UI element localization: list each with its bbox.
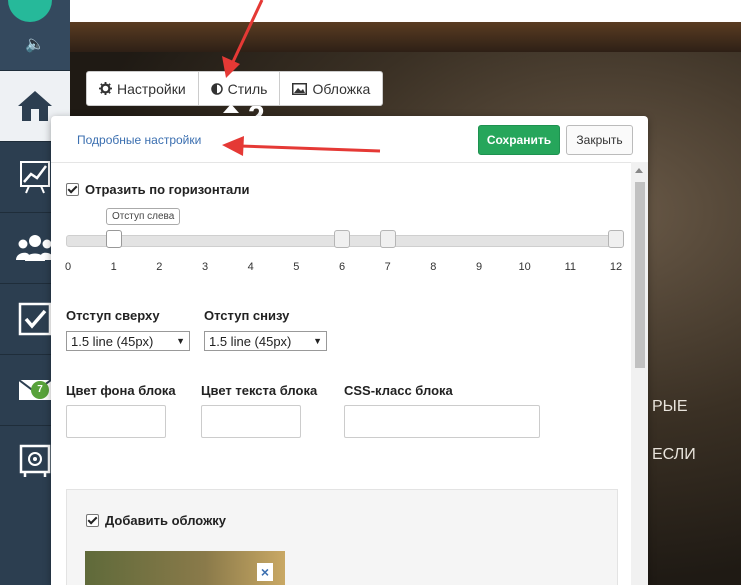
slider-handle[interactable] [105, 230, 122, 248]
tab-label: Стиль [227, 80, 268, 97]
contrast-icon [210, 82, 223, 95]
slider-tick-label: 3 [201, 261, 209, 273]
bg-color-label: Цвет фона блока [66, 383, 176, 398]
slider-tooltip: Отступ слева [106, 208, 181, 225]
scroll-up-icon[interactable] [635, 168, 643, 173]
volume-icon[interactable]: 🔈 [0, 34, 70, 54]
text-color-input[interactable] [201, 405, 301, 438]
cover-band [70, 22, 741, 52]
add-cover-checkbox[interactable]: Добавить обложку [86, 513, 226, 528]
text-color-label: Цвет текста блока [201, 383, 318, 398]
bg-color-input[interactable] [66, 405, 166, 438]
logo[interactable] [8, 0, 52, 22]
checkbox-box[interactable] [86, 514, 99, 527]
slider-tick-label: 11 [564, 261, 577, 273]
padding-top-select[interactable]: 1.5 line (45px) ▼ [66, 331, 190, 351]
slider-handle[interactable] [379, 230, 396, 248]
slider-tick-label: 0 [64, 261, 72, 273]
add-cover-label: Добавить обложку [105, 513, 227, 528]
slider-tick-label: 4 [247, 261, 254, 273]
home-icon [18, 91, 52, 121]
slider-tick-label: 5 [293, 261, 300, 273]
flip-horizontal-checkbox[interactable]: Отразить по горизонтали [66, 182, 250, 197]
mail-count-badge: 7 [31, 381, 49, 399]
slider-tick-label: 10 [518, 261, 531, 273]
sidebar-header: 🔈 [0, 0, 70, 70]
checkbox-box[interactable] [66, 183, 79, 196]
slider-tick-label: 8 [430, 261, 437, 273]
users-icon [16, 235, 54, 261]
tab-pointer [223, 104, 239, 113]
advanced-settings-link[interactable]: Подробные настройки [77, 133, 201, 147]
page-header-strip [70, 0, 741, 22]
padding-bottom-select[interactable]: 1.5 line (45px) ▼ [204, 331, 327, 351]
tab-settings[interactable]: Настройки [87, 72, 199, 105]
tasks-icon [18, 302, 52, 336]
save-button[interactable]: Сохранить [478, 125, 560, 155]
css-class-input[interactable] [344, 405, 540, 438]
select-value: 1.5 line (45px) [209, 333, 292, 349]
block-editor-tabs: Настройки Стиль Обложка [86, 71, 384, 106]
tab-cover[interactable]: Обложка [280, 72, 382, 105]
safe-icon [19, 444, 51, 477]
padding-top-label: Отступ сверху [66, 308, 160, 323]
tab-label: Обложка [312, 80, 371, 97]
slider-tick-label: 2 [156, 261, 163, 273]
flip-horizontal-label: Отразить по горизонтали [85, 182, 250, 197]
panel-header: Подробные настройки Сохранить Закрыть [51, 116, 648, 163]
gear-icon [99, 82, 112, 95]
tab-style[interactable]: Стиль [199, 72, 281, 105]
chart-icon [20, 161, 50, 194]
slider-tick-label: 6 [338, 261, 346, 273]
chevron-down-icon: ▼ [313, 336, 322, 346]
slider-handle[interactable] [334, 230, 350, 248]
chevron-down-icon: ▼ [176, 336, 185, 346]
padding-bottom-label: Отступ снизу [204, 308, 290, 323]
cover-thumbnail [85, 551, 285, 585]
css-class-label: CSS-класс блока [344, 383, 453, 398]
background-text-line: РЫЕ [652, 398, 688, 415]
remove-cover-button[interactable]: × [257, 563, 273, 581]
close-button[interactable]: Закрыть [566, 125, 633, 155]
image-icon [292, 82, 308, 95]
background-text-line: ЕСЛИ [652, 446, 696, 463]
slider-tick-label: 1 [110, 261, 117, 273]
slider-handle[interactable] [608, 230, 624, 248]
slider-tick-label: 9 [475, 261, 483, 273]
style-settings-panel: Подробные настройки Сохранить Закрыть От… [51, 116, 648, 585]
slider-tick-label: 7 [384, 261, 391, 273]
select-value: 1.5 line (45px) [71, 333, 154, 349]
scroll-thumb[interactable] [635, 182, 645, 368]
slider-tick-label: 12 [609, 261, 623, 273]
tab-label: Настройки [117, 80, 186, 97]
